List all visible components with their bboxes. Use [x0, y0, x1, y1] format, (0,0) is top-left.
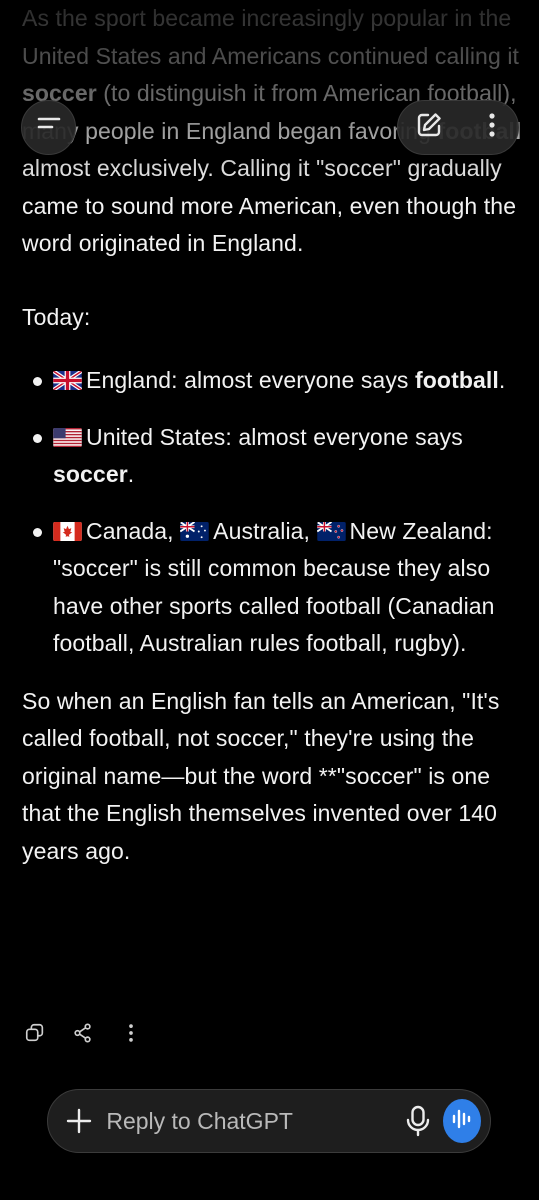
more-vertical-icon[interactable]	[480, 110, 504, 145]
intro-text-1: As the sport became increasingly popular…	[22, 5, 520, 69]
canada-text: Canada,	[86, 517, 181, 544]
menu-button[interactable]	[21, 100, 76, 155]
england-bold: football	[415, 367, 499, 393]
composer-bar	[47, 1089, 491, 1153]
voice-waveform-icon	[450, 1107, 474, 1136]
new-zealand-flag-icon	[316, 521, 346, 541]
copy-icon[interactable]	[22, 1020, 48, 1046]
england-text: England: almost everyone says	[86, 367, 416, 393]
voice-mode-button[interactable]	[443, 1099, 481, 1143]
us-bold: soccer	[53, 461, 128, 487]
us-period: .	[127, 461, 135, 487]
share-icon[interactable]	[70, 1020, 96, 1046]
edit-compose-icon[interactable]	[414, 110, 444, 145]
uk-flag-icon	[53, 371, 82, 390]
country-list: England: almost everyone says football. …	[22, 362, 522, 663]
message-more-icon[interactable]	[118, 1020, 144, 1046]
outro-paragraph: So when an English fan tells an American…	[22, 687, 500, 864]
australia-flag-icon	[180, 521, 209, 541]
message-actions	[22, 1018, 144, 1048]
plus-icon[interactable]	[62, 1101, 96, 1141]
list-item-other-countries: Canada, Australia, New Zealand: "soccer"…	[22, 513, 522, 663]
intro-text-3: almost exclusively. Calling it "soccer" …	[22, 155, 517, 256]
top-action-pill	[397, 100, 519, 155]
list-item-england: England: almost everyone says football.	[22, 362, 522, 400]
chat-screen: As the sport became increasingly popular…	[0, 0, 539, 1200]
england-period: .	[498, 367, 506, 393]
canada-flag-icon	[53, 521, 82, 541]
list-item-united-states: United States: almost everyone says socc…	[22, 419, 522, 494]
menu-lines-icon	[35, 115, 63, 140]
us-text: United States: almost everyone says	[86, 423, 463, 450]
today-label: Today:	[22, 303, 91, 330]
microphone-icon[interactable]	[402, 1101, 433, 1141]
australia-text: Australia,	[213, 517, 317, 544]
reply-input[interactable]	[106, 1101, 403, 1141]
us-flag-icon	[53, 427, 82, 447]
